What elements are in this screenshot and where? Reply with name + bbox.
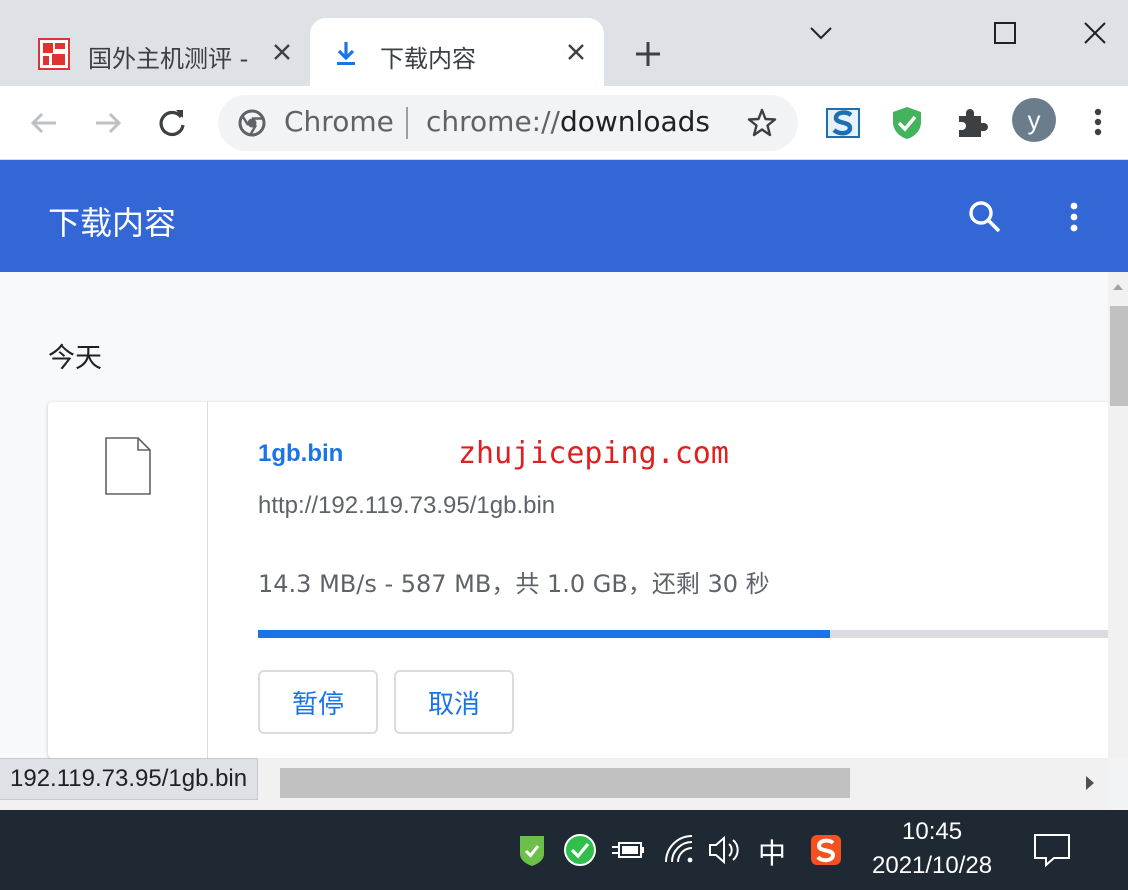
download-progress-bar [258, 630, 1108, 638]
s-extension-icon[interactable] [824, 104, 862, 142]
forward-arrow-icon[interactable] [90, 105, 126, 141]
file-name-link[interactable]: 1gb.bin [258, 440, 343, 468]
sogou-input-icon[interactable] [808, 832, 844, 868]
horizontal-scrollbar-thumb[interactable] [280, 768, 850, 798]
omnibox-chip: Chrome [284, 105, 394, 138]
omnibox-divider [406, 107, 408, 139]
security-shield-tray-icon[interactable] [514, 832, 550, 868]
pause-button[interactable]: 暂停 [258, 670, 378, 734]
clock-date[interactable]: 2021/10/28 [872, 852, 992, 880]
ime-indicator[interactable]: 中 [758, 832, 786, 872]
zhujiceping-favicon-icon [38, 38, 70, 70]
vertical-scrollbar-thumb[interactable] [1110, 306, 1128, 406]
vertical-scrollbar[interactable] [1108, 272, 1128, 758]
window-close-icon[interactable] [1080, 18, 1110, 48]
url-host: downloads [559, 105, 710, 138]
new-tab-plus-icon[interactable] [632, 38, 664, 70]
reload-icon[interactable] [154, 105, 190, 141]
puzzle-icon[interactable] [952, 104, 990, 142]
address-bar[interactable]: Chrome chrome://downloads [218, 95, 798, 151]
tab-strip: 国外主机测评 - 下载内容 [0, 0, 1128, 86]
scroll-right-arrow-icon[interactable] [1086, 776, 1094, 790]
downloads-list: 今天 1gb.bin zhujiceping.com http://192.11… [0, 272, 1108, 758]
close-icon[interactable] [564, 40, 588, 64]
omnibox-url[interactable]: chrome://downloads [426, 105, 710, 138]
progress-fill [258, 630, 830, 638]
back-arrow-icon[interactable] [26, 105, 62, 141]
profile-avatar[interactable]: y [1012, 98, 1056, 142]
watermark-text: zhujiceping.com [458, 436, 729, 471]
clock-time[interactable]: 10:45 [902, 818, 962, 846]
scroll-up-arrow-icon[interactable] [1113, 284, 1123, 290]
browser-toolbar: Chrome chrome://downloads [0, 86, 1128, 160]
url-scheme: chrome:// [426, 105, 560, 138]
tab-title: 国外主机测评 - [88, 45, 249, 73]
tab-zhujiceping[interactable]: 国外主机测评 - [18, 18, 310, 86]
check-circle-tray-icon[interactable] [562, 832, 598, 868]
more-vertical-icon[interactable] [1084, 104, 1112, 140]
downloads-header: 下载内容 [0, 160, 1128, 272]
notification-icon[interactable] [1032, 832, 1072, 868]
close-icon[interactable] [270, 40, 294, 64]
tab-downloads[interactable]: 下载内容 [310, 18, 604, 86]
cancel-button[interactable]: 取消 [394, 670, 514, 734]
page-title: 下载内容 [48, 204, 177, 242]
windows-taskbar: 中 10:45 2021/10/28 [0, 810, 1128, 890]
link-status-bubble: 192.119.73.95/1gb.bin [0, 758, 259, 800]
download-status: 14.3 MB/s - 587 MB，共 1.0 GB，还剩 30 秒 [258, 570, 770, 598]
shield-extension-icon[interactable] [888, 104, 926, 142]
file-icon [105, 437, 151, 495]
volume-icon[interactable] [706, 832, 742, 868]
chevron-down-icon[interactable] [806, 18, 836, 48]
battery-plug-icon[interactable] [610, 832, 646, 868]
chrome-logo-icon [238, 109, 266, 137]
tab-title: 下载内容 [380, 45, 476, 73]
maximize-icon[interactable] [990, 18, 1020, 48]
download-item: 1gb.bin zhujiceping.com http://192.119.7… [48, 402, 1108, 758]
date-heading: 今天 [48, 343, 102, 374]
more-vertical-icon[interactable] [1060, 198, 1088, 236]
file-source-url[interactable]: http://192.119.73.95/1gb.bin [258, 492, 555, 520]
wifi-icon[interactable] [662, 832, 698, 868]
download-icon [337, 42, 355, 65]
file-icon-column [48, 402, 208, 758]
bookmark-star-icon[interactable] [746, 107, 778, 139]
search-icon[interactable] [966, 198, 1004, 236]
